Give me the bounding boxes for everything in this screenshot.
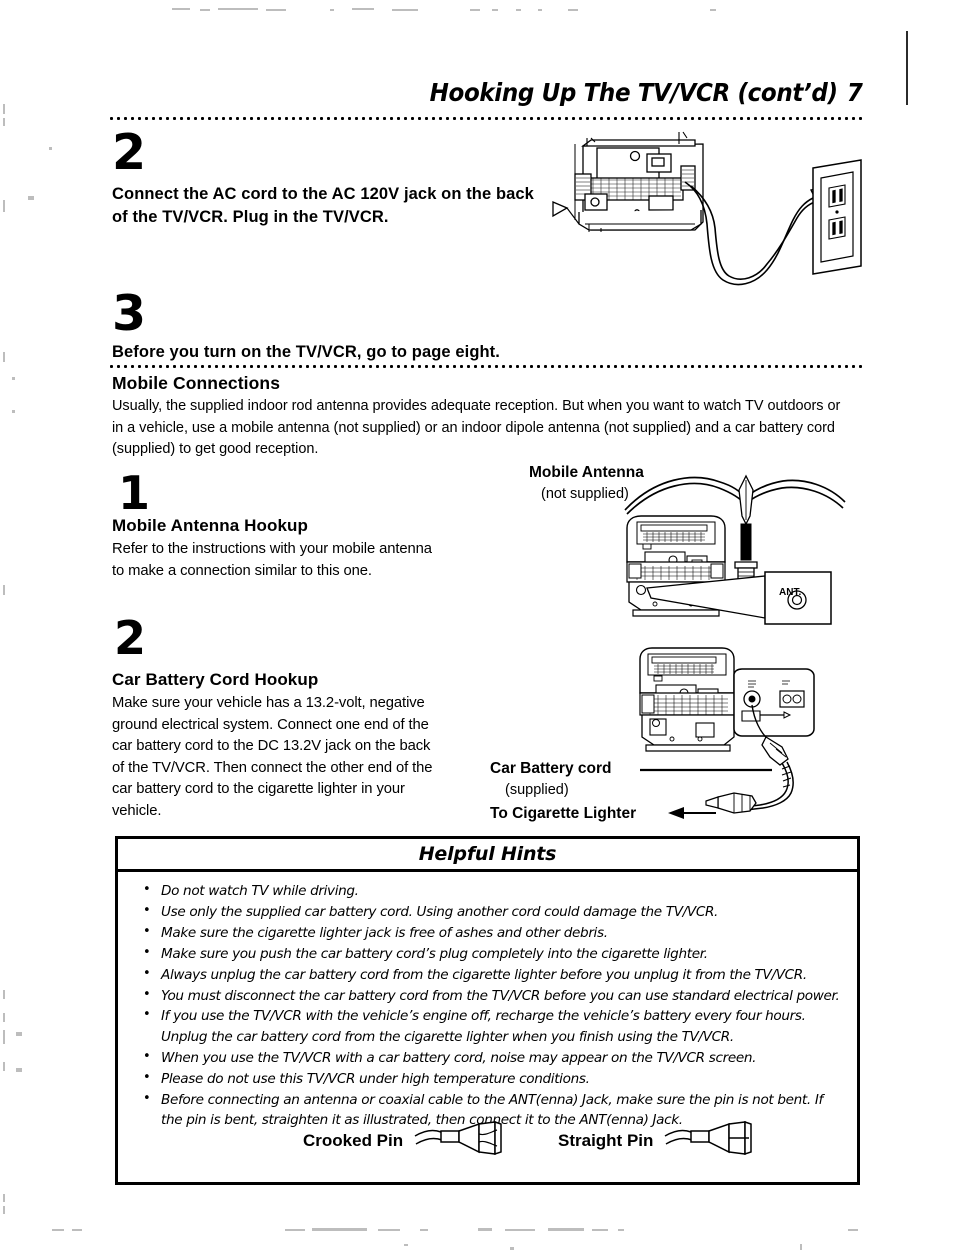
step-number-3: 3: [112, 285, 147, 342]
divider-dotted-middle: [108, 364, 866, 369]
scan-artifact: [285, 1229, 305, 1231]
scan-artifact: [492, 9, 498, 11]
car-battery-cord-sublabel: (supplied): [505, 782, 569, 798]
scan-artifact: [592, 1229, 608, 1231]
mobile-antenna-hookup-heading: Mobile Antenna Hookup: [112, 516, 309, 535]
helpful-hints-list: Do not watch TV while driving. Use only …: [118, 872, 857, 1130]
step-3-instruction: Before you turn on the TV/VCR, go to pag…: [112, 343, 500, 361]
scan-artifact: [478, 1228, 492, 1231]
substep-number-2: 2: [114, 611, 147, 665]
divider-dotted-top: [108, 116, 866, 121]
scan-artifact: [352, 8, 374, 10]
scan-artifact: [3, 1030, 5, 1044]
list-item: Make sure the cigarette lighter jack is …: [130, 922, 843, 943]
scan-artifact: [218, 8, 258, 10]
substep-number-1: 1: [118, 466, 151, 520]
scan-artifact: [266, 9, 286, 11]
scan-artifact: [3, 352, 5, 362]
scan-artifact: [710, 9, 716, 11]
car-battery-cord-leader-line: [640, 768, 772, 772]
crooked-pin-example: Crooked Pin: [303, 1120, 511, 1162]
car-battery-cord-hookup-text: Make sure your vehicle has a 13.2-volt, …: [112, 695, 433, 819]
scan-artifact: [28, 196, 34, 200]
scan-artifact: [330, 9, 334, 11]
list-item: When you use the TV/VCR with a car batte…: [130, 1047, 843, 1068]
scan-artifact: [12, 410, 15, 413]
crooked-pin-icon: [413, 1120, 511, 1162]
scan-artifact: [3, 1206, 5, 1214]
scan-artifact: [3, 118, 5, 126]
scan-artifact: [312, 1228, 367, 1231]
list-item: If you use the TV/VCR with the vehicle’s…: [130, 1005, 843, 1047]
scan-artifact: [392, 9, 418, 11]
pin-examples-row: Crooked Pin Straight Pin: [118, 1114, 857, 1172]
scan-artifact: [3, 1194, 5, 1202]
scan-artifact: [618, 1229, 624, 1231]
mobile-connections-heading: Mobile Connections: [112, 373, 281, 393]
list-item: Do not watch TV while driving.: [130, 880, 843, 901]
scan-artifact: [848, 1229, 858, 1231]
page-number: 7: [846, 78, 862, 107]
straight-pin-example: Straight Pin: [558, 1120, 761, 1162]
list-item: You must disconnect the car battery cord…: [130, 985, 843, 1006]
figure-car-battery-cord-hookup: [630, 645, 855, 820]
straight-pin-icon: [663, 1120, 761, 1162]
scan-artifact: [49, 147, 52, 150]
step-number-2: 2: [112, 124, 147, 181]
scan-artifact: [800, 1244, 802, 1250]
scan-artifact: [72, 1229, 82, 1231]
scan-artifact: [3, 1013, 5, 1022]
mobile-antenna-hookup-text: Refer to the instructions with your mobi…: [112, 541, 432, 579]
scan-artifact: [516, 9, 521, 11]
scan-artifact: [16, 1068, 22, 1072]
scan-artifact: [172, 8, 190, 10]
scan-artifact: [505, 1229, 535, 1231]
step-2-instruction: Connect the AC cord to the AC 120V jack …: [112, 185, 534, 226]
scan-artifact: [3, 1062, 5, 1071]
figure-mobile-antenna-hookup: [615, 472, 855, 632]
list-item: Use only the supplied car battery cord. …: [130, 901, 843, 922]
scan-artifact: [3, 200, 5, 212]
scan-artifact: [538, 9, 542, 11]
scan-artifact: [548, 1228, 584, 1231]
scan-artifact: [3, 990, 5, 999]
document-page: Hooking Up The TV/VCR (cont’d) 7 2 Connec…: [0, 0, 954, 1256]
ant-jack-label: ANT.: [779, 587, 802, 598]
scan-artifact: [378, 1229, 400, 1231]
scan-artifact: [12, 377, 15, 380]
scan-artifact: [404, 1244, 408, 1246]
scan-artifact: [200, 9, 210, 11]
scan-artifact-right-bar: [906, 31, 908, 105]
mobile-connections-intro: Usually, the supplied indoor rod antenna…: [112, 398, 841, 457]
scan-artifact: [3, 104, 5, 114]
list-item: Make sure you push the car battery cord’…: [130, 943, 843, 964]
scan-artifact: [420, 1229, 428, 1231]
to-cigarette-lighter-arrow: [668, 806, 716, 820]
helpful-hints-box: Helpful Hints Do not watch TV while driv…: [115, 836, 860, 1185]
page-title: Hooking Up The TV/VCR (cont’d) 7: [429, 78, 862, 107]
helpful-hints-title-bar: Helpful Hints: [118, 839, 857, 872]
car-battery-cord-label: Car Battery cord: [490, 760, 612, 777]
page-title-text: Hooking Up The TV/VCR (cont’d): [429, 78, 838, 107]
scan-artifact: [568, 9, 578, 11]
figure-ac-cord-hookup: [545, 124, 875, 299]
list-item: Always unplug the car battery cord from …: [130, 964, 843, 985]
crooked-pin-label: Crooked Pin: [303, 1131, 404, 1150]
scan-artifact: [3, 585, 5, 595]
scan-artifact: [510, 1247, 514, 1250]
to-cigarette-lighter-label: To Cigarette Lighter: [490, 805, 637, 822]
list-item: Please do not use this TV/VCR under high…: [130, 1068, 843, 1089]
helpful-hints-title: Helpful Hints: [418, 843, 557, 865]
scan-artifact: [16, 1032, 22, 1036]
scan-artifact: [470, 9, 480, 11]
scan-artifact: [52, 1229, 64, 1231]
straight-pin-label: Straight Pin: [558, 1131, 654, 1150]
car-battery-cord-hookup-heading: Car Battery Cord Hookup: [112, 670, 319, 689]
